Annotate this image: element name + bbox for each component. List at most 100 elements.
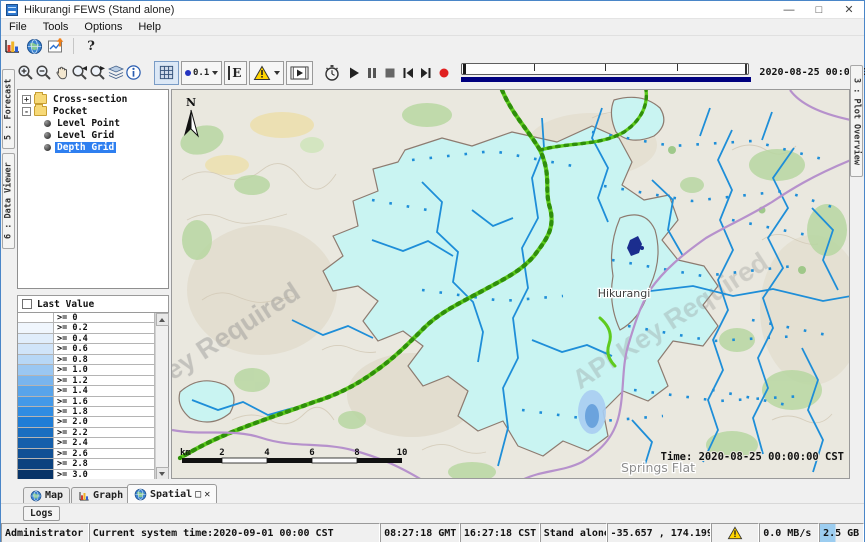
menu-help[interactable]: Help [130,21,169,33]
warning-icon [727,526,743,540]
tab-map[interactable]: Map [23,487,70,504]
svg-text:4: 4 [264,448,270,458]
north-label: N [186,96,196,109]
slider-tick [677,64,678,71]
legend-row[interactable]: >= 1.4 [18,386,154,396]
info-button[interactable] [125,61,142,85]
stopwatch-button[interactable] [323,61,341,85]
legend-row[interactable]: >= 0 [18,313,154,323]
status-user: Administrator [1,523,89,542]
tab-forecast[interactable]: 5 : Forecast [2,69,15,149]
legend-row[interactable]: >= 1.0 [18,365,154,375]
legend-row[interactable]: >= 1.6 [18,397,154,407]
tab-graph[interactable]: Graph [71,487,130,504]
legend-row[interactable]: >= 2.6 [18,449,154,459]
zoom-out-button[interactable] [35,61,53,85]
tab-spatial[interactable]: Spatial □ ✕ [127,484,217,504]
maximize-button[interactable]: □ [804,1,834,18]
legend-swatch [18,386,54,395]
menu-tools[interactable]: Tools [35,21,77,33]
last-value-checkbox[interactable] [22,299,32,309]
legend-swatch [18,355,54,364]
legend-swatch [18,365,54,374]
zoom-next-button[interactable] [89,61,107,85]
app-window: Hikurangi FEWS (Stand alone) — □ ✕ File … [0,0,865,542]
slider-tick [534,64,535,71]
timeseries-display-button[interactable] [1,36,23,56]
legend-row[interactable]: >= 2.8 [18,459,154,469]
grid-toggle-button[interactable] [154,61,179,85]
expand-icon[interactable]: + [22,95,31,104]
help-button[interactable]: ? [80,36,102,56]
tree-item-level-grid[interactable]: Level Grid [18,129,168,141]
skip-to-end-button[interactable] [419,61,433,85]
tab-data-viewer[interactable]: 6 : Data Viewer [2,153,15,249]
spatial-display-button[interactable] [23,36,45,56]
animation-button[interactable] [286,61,313,85]
tab-maximize-icon[interactable]: □ [195,489,201,500]
stop-button[interactable] [383,61,397,85]
tab-close-icon[interactable]: ✕ [204,489,210,500]
tree-item-level-point[interactable]: Level Point [18,117,168,129]
legend-row[interactable]: >= 1.8 [18,407,154,417]
logs-bar: Logs [1,503,864,523]
logs-button[interactable]: Logs [23,506,60,521]
collapse-icon[interactable]: - [22,107,31,116]
tab-plot-overview[interactable]: 3 : Plot Overview [850,65,863,177]
legend-label: >= 1.6 [54,397,154,406]
zoom-in-button[interactable] [17,61,35,85]
legend-row[interactable]: >= 1.2 [18,376,154,386]
legend-row[interactable]: >= 0.6 [18,344,154,354]
zoom-previous-button[interactable] [71,61,89,85]
legend-label: >= 1.0 [54,365,154,374]
scroll-up-button[interactable] [156,313,169,326]
legend-swatch [18,459,54,468]
pan-button[interactable] [53,61,71,85]
record-button[interactable] [437,61,451,85]
point-size-dropdown[interactable]: 0.1 [181,61,222,85]
pause-button[interactable] [365,61,379,85]
elevation-toggle-button[interactable]: E [224,61,247,85]
filter-tree: + Cross-section - Pocket Level Point Lev… [17,89,169,289]
chevron-down-icon [212,71,218,75]
legend-swatch [18,323,54,332]
legend-row[interactable]: >= 2.0 [18,417,154,427]
map-toolbar: 0.1 E [17,56,850,89]
legend-swatch [18,344,54,353]
minimize-button[interactable]: — [774,1,804,18]
node-bullet-icon [44,132,51,139]
tree-item-depth-grid[interactable]: Depth Grid [18,141,168,153]
legend-row[interactable]: >= 2.4 [18,438,154,448]
play-button[interactable] [347,61,361,85]
status-local-time: 16:27:18 CST [460,523,540,542]
legend-row[interactable]: >= 0.8 [18,355,154,365]
close-button[interactable]: ✕ [834,1,864,18]
time-span-bar [461,77,751,82]
warning-filter-dropdown[interactable] [249,61,284,85]
time-slider-track[interactable] [461,63,749,75]
window-title: Hikurangi FEWS (Stand alone) [24,4,174,16]
time-slider-thumb[interactable] [463,64,466,74]
plot-overview-button[interactable] [45,36,67,56]
skip-to-start-button[interactable] [401,61,415,85]
legend-row[interactable]: >= 2.2 [18,428,154,438]
right-tab-strip: 3 : Plot Overview [849,57,864,479]
layers-icon [107,64,125,82]
legend-row[interactable]: >= 0.4 [18,334,154,344]
menu-file[interactable]: File [1,21,35,33]
menu-options[interactable]: Options [76,21,130,33]
legend-row[interactable]: >= 0.2 [18,323,154,333]
status-warning-cell[interactable] [711,523,759,542]
time-slider[interactable] [461,63,751,82]
svg-text:2: 2 [219,448,224,458]
tree-item-pocket[interactable]: - Pocket [18,105,168,117]
main-toolbar: ? [1,36,864,56]
legend-label: >= 0.4 [54,334,154,343]
map-viewport[interactable]: API Key Required API Key Required [171,89,850,479]
folder-icon [34,106,47,116]
legend-scrollbar[interactable] [155,313,168,480]
status-memory: 2.5 GB [819,523,864,542]
status-system-time: Current system time:2020-09-01 00:00 CST [89,523,380,542]
layers-button[interactable] [107,61,125,85]
legend-swatch [18,407,54,416]
